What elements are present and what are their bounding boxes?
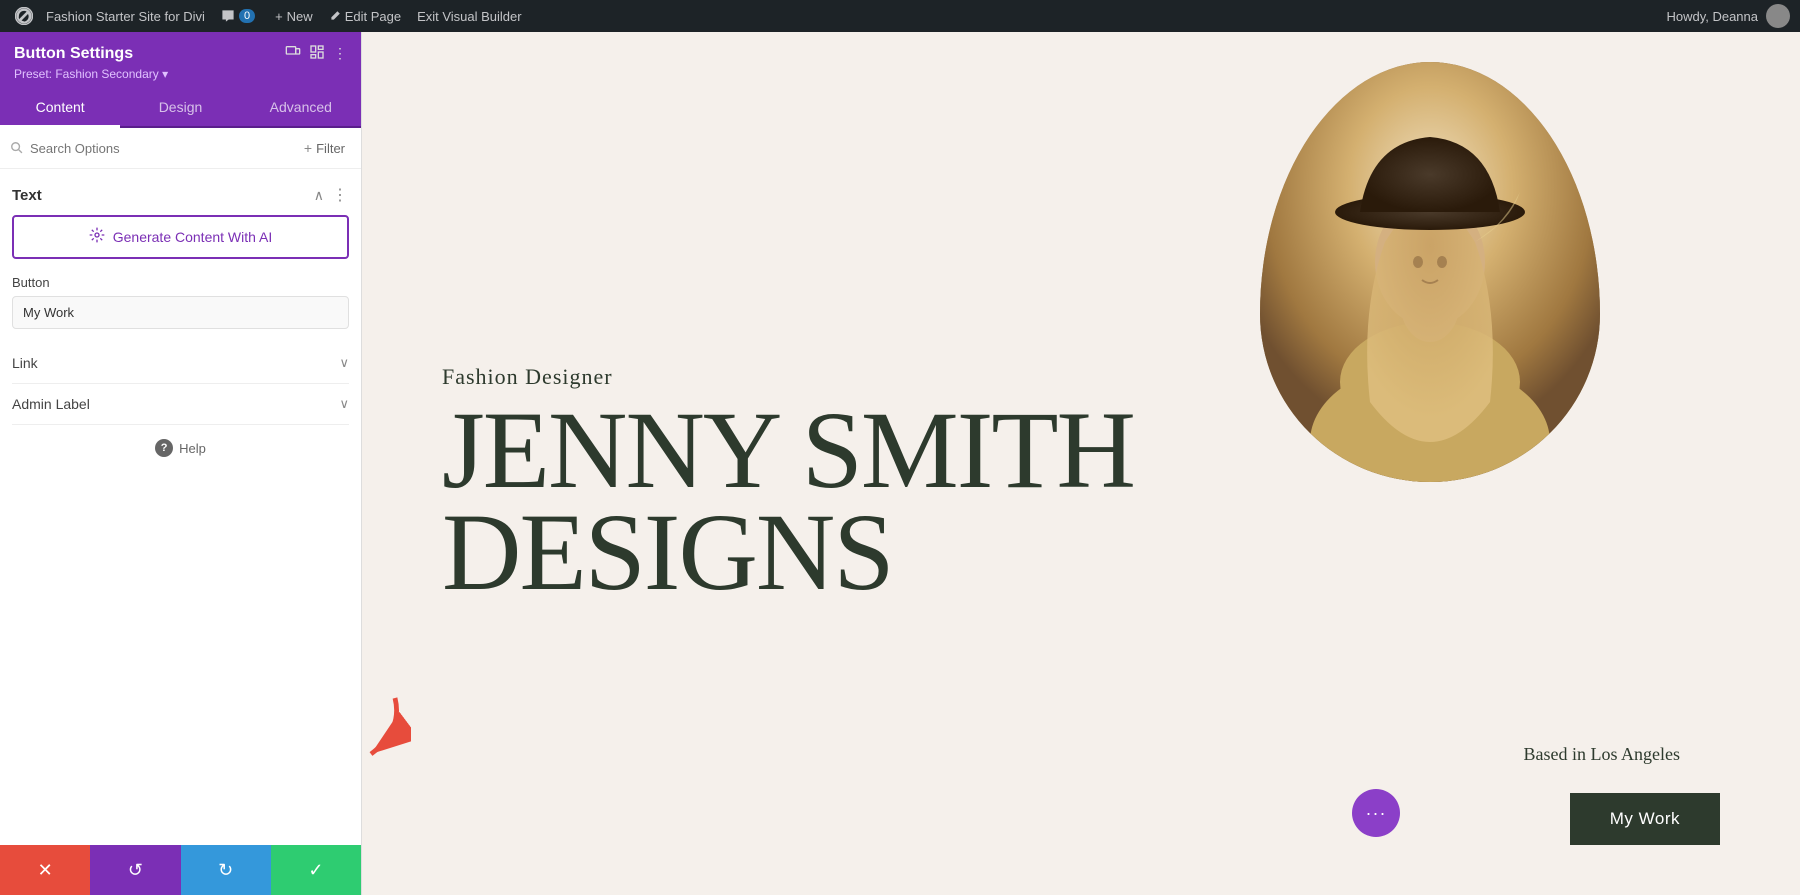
wp-admin-bar: Fashion Starter Site for Divi 0 + New Ed… — [0, 0, 1800, 32]
dots-icon-canvas: ··· — [1366, 803, 1387, 824]
tab-design[interactable]: Design — [120, 89, 240, 126]
dots-button-canvas[interactable]: ··· — [1352, 789, 1400, 837]
search-input[interactable] — [30, 141, 292, 156]
link-accordion-title: Link — [12, 355, 38, 371]
help-icon: ? — [155, 439, 173, 457]
my-work-button-canvas[interactable]: My Work — [1570, 793, 1720, 845]
admin-label-chevron-icon: ∨ — [339, 396, 349, 412]
filter-button[interactable]: + Filter — [298, 136, 351, 160]
save-button[interactable]: ✓ — [271, 845, 361, 895]
text-section-more-icon[interactable]: ⋮ — [332, 185, 349, 205]
name-line1: JENNY SMITH — [442, 400, 1134, 501]
undo-button[interactable]: ↺ — [90, 845, 180, 895]
help-label: Help — [179, 441, 206, 456]
panel-preset[interactable]: Preset: Fashion Secondary ▾ — [14, 67, 347, 81]
person-photo — [1260, 62, 1600, 482]
tab-content[interactable]: Content — [0, 89, 120, 128]
text-section-title: Text — [12, 187, 42, 204]
text-section-chevron-icon[interactable]: ∧ — [314, 187, 324, 204]
designer-label: Fashion Designer — [442, 364, 1134, 390]
bottom-toolbar: ✕ ↺ ↻ ✓ — [0, 845, 361, 895]
panel-content: Text ∧ ⋮ Generate Content With AI Button — [0, 169, 361, 845]
panel-header-icons: ⋮ — [285, 44, 347, 63]
main-area: Button Settings — [0, 32, 1800, 895]
link-accordion: Link ∨ — [12, 343, 349, 384]
my-work-label-canvas: My Work — [1610, 809, 1680, 828]
cancel-icon: ✕ — [38, 860, 53, 881]
wordpress-logo-icon[interactable] — [10, 2, 38, 30]
filter-label: Filter — [316, 141, 345, 156]
more-options-icon[interactable]: ⋮ — [333, 45, 347, 62]
button-field-label: Button — [12, 275, 349, 290]
person-silhouette-svg — [1260, 62, 1600, 482]
admin-bar-right: Howdy, Deanna — [1666, 4, 1790, 28]
panel-tabs: Content Design Advanced — [0, 89, 361, 128]
undo-icon: ↺ — [128, 860, 143, 881]
new-link[interactable]: + New — [267, 9, 321, 24]
admin-label-title: Admin Label — [12, 396, 90, 412]
section-controls: ∧ ⋮ — [314, 185, 349, 205]
panel-header: Button Settings — [0, 32, 361, 89]
redo-icon: ↻ — [218, 860, 233, 881]
help-row[interactable]: ? Help — [12, 425, 349, 471]
exit-builder-link[interactable]: Exit Visual Builder — [409, 9, 530, 24]
cancel-button[interactable]: ✕ — [0, 845, 90, 895]
text-block: Fashion Designer JENNY SMITH DESIGNS — [442, 364, 1134, 622]
button-text-input[interactable] — [12, 296, 349, 329]
tab-advanced[interactable]: Advanced — [241, 89, 361, 126]
admin-label-accordion-header[interactable]: Admin Label ∨ — [12, 396, 349, 412]
comment-bubble[interactable]: 0 — [221, 9, 255, 23]
search-icon — [10, 141, 24, 155]
site-name[interactable]: Fashion Starter Site for Divi — [46, 9, 205, 24]
model-image — [1260, 62, 1600, 482]
generate-ai-button[interactable]: Generate Content With AI — [12, 215, 349, 259]
search-options-bar: + Filter — [0, 128, 361, 169]
based-label: Based in Los Angeles — [1524, 744, 1680, 765]
page-canvas: Fashion Designer JENNY SMITH DESIGNS Bas… — [362, 32, 1800, 895]
redo-button[interactable]: ↻ — [181, 845, 271, 895]
left-panel: Button Settings — [0, 32, 362, 895]
avatar — [1766, 4, 1790, 28]
howdy-label: Howdy, Deanna — [1666, 9, 1758, 24]
link-accordion-header[interactable]: Link ∨ — [12, 355, 349, 371]
admin-label-accordion: Admin Label ∨ — [12, 384, 349, 425]
edit-page-link[interactable]: Edit Page — [321, 9, 409, 24]
text-section-header: Text ∧ ⋮ — [12, 185, 349, 205]
content-area: Fashion Designer JENNY SMITH DESIGNS Bas… — [362, 32, 1800, 895]
save-icon: ✓ — [308, 860, 323, 881]
ai-icon — [89, 227, 105, 247]
layout-icon[interactable] — [309, 44, 325, 63]
link-chevron-icon: ∨ — [339, 355, 349, 371]
comment-count: 0 — [239, 9, 255, 23]
new-label: New — [287, 9, 313, 24]
responsive-icon[interactable] — [285, 44, 301, 63]
exit-builder-label: Exit Visual Builder — [417, 9, 522, 24]
designer-name: JENNY SMITH DESIGNS — [442, 400, 1134, 602]
panel-title: Button Settings — [14, 45, 133, 63]
name-line2: DESIGNS — [442, 502, 1134, 603]
edit-page-label: Edit Page — [345, 9, 401, 24]
ai-button-label: Generate Content With AI — [113, 229, 273, 245]
